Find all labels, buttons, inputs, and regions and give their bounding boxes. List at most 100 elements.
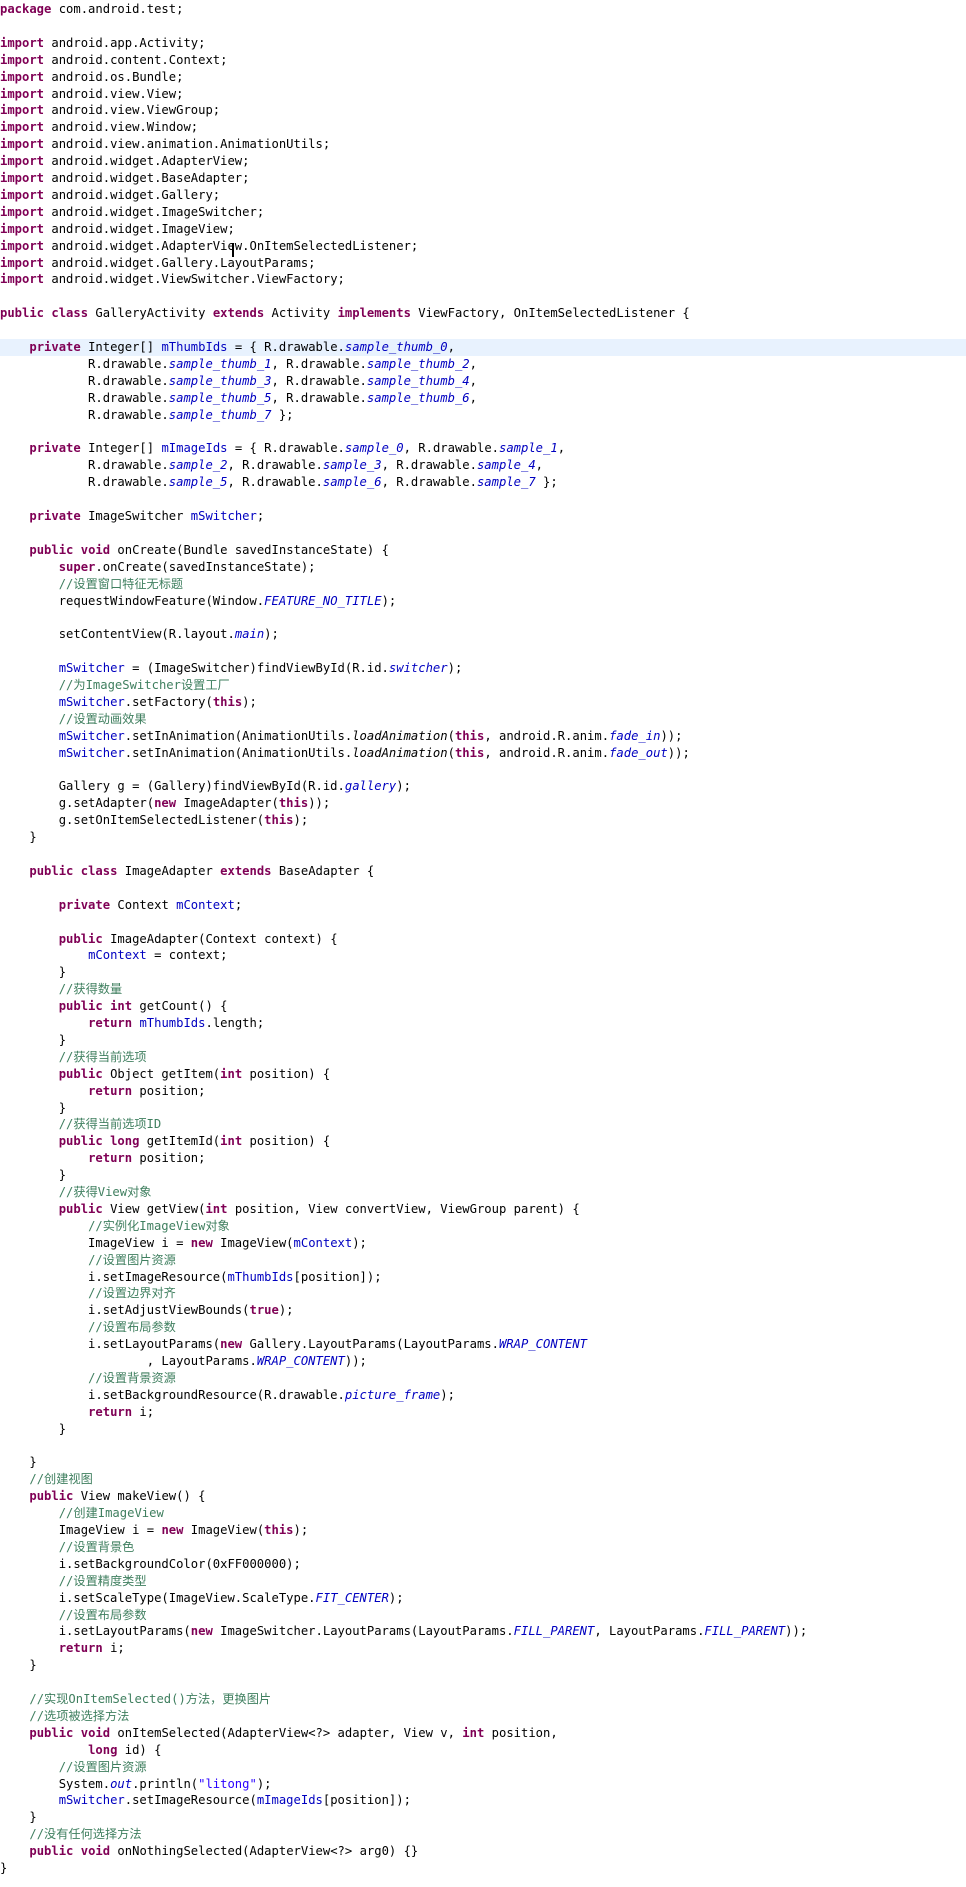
code-line[interactable]: import android.content.Context; bbox=[0, 52, 966, 69]
code-line[interactable]: //设置动画效果 bbox=[0, 711, 966, 728]
code-line[interactable]: return position; bbox=[0, 1083, 966, 1100]
code-line[interactable]: //设置图片资源 bbox=[0, 1759, 966, 1776]
code-line[interactable]: public class GalleryActivity extends Act… bbox=[0, 305, 966, 322]
code-line[interactable]: mSwitcher.setFactory(this); bbox=[0, 694, 966, 711]
code-line[interactable] bbox=[0, 762, 966, 779]
code-line[interactable] bbox=[0, 491, 966, 508]
code-line[interactable]: import android.view.animation.AnimationU… bbox=[0, 136, 966, 153]
code-line[interactable]: requestWindowFeature(Window.FEATURE_NO_T… bbox=[0, 593, 966, 610]
code-line[interactable]: import android.widget.AdapterView.OnItem… bbox=[0, 238, 966, 255]
code-line[interactable]: mSwitcher.setInAnimation(AnimationUtils.… bbox=[0, 728, 966, 745]
code-line[interactable]: public void onCreate(Bundle savedInstanc… bbox=[0, 542, 966, 559]
code-line[interactable]: //实例化ImageView对象 bbox=[0, 1218, 966, 1235]
code-line[interactable]: i.setImageResource(mThumbIds[position]); bbox=[0, 1269, 966, 1286]
code-line[interactable]: //为ImageSwitcher设置工厂 bbox=[0, 677, 966, 694]
code-line[interactable]: g.setAdapter(new ImageAdapter(this)); bbox=[0, 795, 966, 812]
code-line[interactable]: private ImageSwitcher mSwitcher; bbox=[0, 508, 966, 525]
code-line[interactable]: i.setLayoutParams(new Gallery.LayoutPara… bbox=[0, 1336, 966, 1353]
code-line[interactable]: //没有任何选择方法 bbox=[0, 1826, 966, 1843]
code-line[interactable]: import android.view.Window; bbox=[0, 119, 966, 136]
code-line[interactable]: super.onCreate(savedInstanceState); bbox=[0, 559, 966, 576]
code-line-current[interactable]: private Integer[] mThumbIds = { R.drawab… bbox=[0, 339, 966, 356]
code-line[interactable]: public Object getItem(int position) { bbox=[0, 1066, 966, 1083]
code-line[interactable]: return position; bbox=[0, 1150, 966, 1167]
code-line[interactable]: //设置精度类型 bbox=[0, 1573, 966, 1590]
code-line[interactable]: i.setScaleType(ImageView.ScaleType.FIT_C… bbox=[0, 1590, 966, 1607]
code-line[interactable]: private Integer[] mImageIds = { R.drawab… bbox=[0, 440, 966, 457]
code-line[interactable]: ImageView i = new ImageView(this); bbox=[0, 1522, 966, 1539]
code-line[interactable]: mSwitcher.setInAnimation(AnimationUtils.… bbox=[0, 745, 966, 762]
code-line[interactable]: public int getCount() { bbox=[0, 998, 966, 1015]
code-line[interactable]: return i; bbox=[0, 1640, 966, 1657]
code-line[interactable]: import android.widget.BaseAdapter; bbox=[0, 170, 966, 187]
code-line[interactable]: R.drawable.sample_5, R.drawable.sample_6… bbox=[0, 474, 966, 491]
code-line[interactable]: import android.widget.AdapterView; bbox=[0, 153, 966, 170]
code-line[interactable]: //创建视图 bbox=[0, 1471, 966, 1488]
code-line[interactable]: public View makeView() { bbox=[0, 1488, 966, 1505]
code-line[interactable]: } bbox=[0, 1657, 966, 1674]
code-line[interactable]: System.out.println("litong"); bbox=[0, 1776, 966, 1793]
code-line[interactable]: public class ImageAdapter extends BaseAd… bbox=[0, 863, 966, 880]
code-line[interactable]: long id) { bbox=[0, 1742, 966, 1759]
code-line[interactable]: } bbox=[0, 1100, 966, 1117]
code-line[interactable]: public void onNothingSelected(AdapterVie… bbox=[0, 1843, 966, 1860]
code-line[interactable]: } bbox=[0, 1454, 966, 1471]
code-line[interactable]: i.setLayoutParams(new ImageSwitcher.Layo… bbox=[0, 1623, 966, 1640]
code-line[interactable] bbox=[0, 846, 966, 863]
code-line[interactable] bbox=[0, 322, 966, 339]
code-line[interactable]: import android.app.Activity; bbox=[0, 35, 966, 52]
code-line[interactable]: //设置边界对齐 bbox=[0, 1285, 966, 1302]
code-line[interactable]: import android.widget.ImageSwitcher; bbox=[0, 204, 966, 221]
code-line[interactable]: public void onItemSelected(AdapterView<?… bbox=[0, 1725, 966, 1742]
code-line[interactable]: mSwitcher = (ImageSwitcher)findViewById(… bbox=[0, 660, 966, 677]
code-line[interactable]: i.setAdjustViewBounds(true); bbox=[0, 1302, 966, 1319]
code-line[interactable]: //设置图片资源 bbox=[0, 1252, 966, 1269]
code-line[interactable]: R.drawable.sample_thumb_3, R.drawable.sa… bbox=[0, 373, 966, 390]
code-line[interactable]: //选项被选择方法 bbox=[0, 1708, 966, 1725]
code-line[interactable]: import android.widget.Gallery; bbox=[0, 187, 966, 204]
code-line[interactable]: } bbox=[0, 829, 966, 846]
code-line[interactable] bbox=[0, 424, 966, 441]
code-line[interactable]: i.setBackgroundResource(R.drawable.pictu… bbox=[0, 1387, 966, 1404]
code-line[interactable]: import android.widget.ImageView; bbox=[0, 221, 966, 238]
code-line[interactable] bbox=[0, 609, 966, 626]
code-line[interactable]: } bbox=[0, 1421, 966, 1438]
code-line[interactable]: return mThumbIds.length; bbox=[0, 1015, 966, 1032]
code-line[interactable]: public long getItemId(int position) { bbox=[0, 1133, 966, 1150]
code-line[interactable]: i.setBackgroundColor(0xFF000000); bbox=[0, 1556, 966, 1573]
code-line[interactable]: import android.widget.Gallery.LayoutPara… bbox=[0, 255, 966, 272]
code-line[interactable]: //设置背景资源 bbox=[0, 1370, 966, 1387]
code-line[interactable]: } bbox=[0, 964, 966, 981]
code-line[interactable]: package com.android.test; bbox=[0, 1, 966, 18]
code-line[interactable] bbox=[0, 288, 966, 305]
code-line[interactable]: public ImageAdapter(Context context) { bbox=[0, 931, 966, 948]
code-line[interactable]: R.drawable.sample_2, R.drawable.sample_3… bbox=[0, 457, 966, 474]
code-line[interactable] bbox=[0, 18, 966, 35]
code-line[interactable]: R.drawable.sample_thumb_1, R.drawable.sa… bbox=[0, 356, 966, 373]
code-line[interactable]: R.drawable.sample_thumb_5, R.drawable.sa… bbox=[0, 390, 966, 407]
code-line[interactable]: ImageView i = new ImageView(mContext); bbox=[0, 1235, 966, 1252]
code-line[interactable]: //设置背景色 bbox=[0, 1539, 966, 1556]
code-line[interactable]: , LayoutParams.WRAP_CONTENT)); bbox=[0, 1353, 966, 1370]
code-line[interactable]: R.drawable.sample_thumb_7 }; bbox=[0, 407, 966, 424]
code-line[interactable]: //实现OnItemSelected()方法，更换图片 bbox=[0, 1691, 966, 1708]
code-line[interactable]: } bbox=[0, 1032, 966, 1049]
code-line[interactable] bbox=[0, 525, 966, 542]
code-line[interactable]: import android.widget.ViewSwitcher.ViewF… bbox=[0, 271, 966, 288]
code-line[interactable]: return i; bbox=[0, 1404, 966, 1421]
code-line[interactable] bbox=[0, 914, 966, 931]
code-line[interactable]: //设置布局参数 bbox=[0, 1319, 966, 1336]
code-line[interactable]: //获得当前选项 bbox=[0, 1049, 966, 1066]
code-editor[interactable]: package com.android.test; import android.… bbox=[0, 0, 966, 1887]
code-line[interactable]: //设置布局参数 bbox=[0, 1607, 966, 1624]
code-line[interactable] bbox=[0, 1674, 966, 1691]
code-line[interactable]: import android.view.View; bbox=[0, 86, 966, 103]
code-line[interactable] bbox=[0, 643, 966, 660]
code-line[interactable]: private Context mContext; bbox=[0, 897, 966, 914]
code-line[interactable]: Gallery g = (Gallery)findViewById(R.id.g… bbox=[0, 778, 966, 795]
code-line[interactable]: import android.view.ViewGroup; bbox=[0, 102, 966, 119]
code-line[interactable]: } bbox=[0, 1860, 966, 1877]
code-line[interactable]: mSwitcher.setImageResource(mImageIds[pos… bbox=[0, 1792, 966, 1809]
code-line[interactable]: //获得View对象 bbox=[0, 1184, 966, 1201]
code-line[interactable]: //获得数量 bbox=[0, 981, 966, 998]
